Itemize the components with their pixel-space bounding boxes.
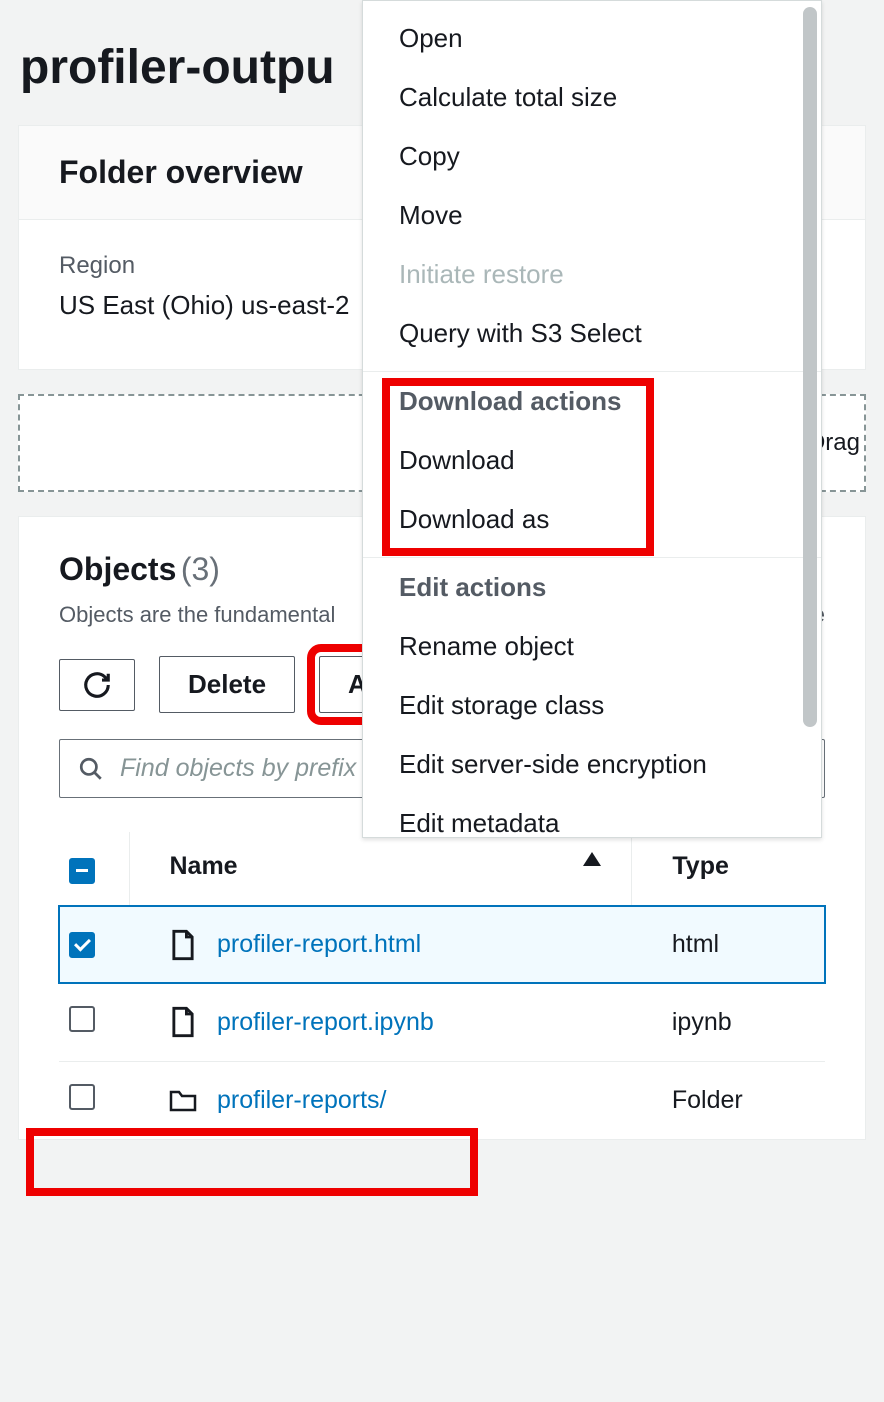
object-link[interactable]: profiler-report.html xyxy=(217,930,421,959)
sort-asc-icon xyxy=(583,852,601,866)
menu-initiate-restore: Initiate restore xyxy=(363,245,821,304)
object-link[interactable]: profiler-report.ipynb xyxy=(217,1008,434,1037)
delete-button[interactable]: Delete xyxy=(159,656,295,713)
file-icon xyxy=(169,1006,197,1038)
file-icon xyxy=(169,929,197,961)
menu-query-s3-select[interactable]: Query with S3 Select xyxy=(363,304,821,363)
select-all-checkbox[interactable] xyxy=(69,858,95,884)
column-name-header[interactable]: Name xyxy=(170,852,238,880)
menu-download[interactable]: Download xyxy=(363,431,821,490)
objects-heading: Objects xyxy=(59,551,176,587)
menu-edit-storage[interactable]: Edit storage class xyxy=(363,676,821,735)
object-type: ipynb xyxy=(632,983,825,1061)
dropdown-scrollbar[interactable] xyxy=(803,7,817,727)
menu-download-as[interactable]: Download as xyxy=(363,490,821,549)
objects-description: Objects are the fundamental xyxy=(59,602,335,628)
menu-calculate-size[interactable]: Calculate total size xyxy=(363,68,821,127)
search-icon xyxy=(78,756,104,782)
object-link[interactable]: profiler-reports/ xyxy=(217,1086,387,1115)
table-row[interactable]: profiler-report.html html xyxy=(59,906,825,983)
row-checkbox[interactable] xyxy=(69,932,95,958)
menu-edit-metadata[interactable]: Edit metadata xyxy=(363,794,821,838)
menu-move[interactable]: Move xyxy=(363,186,821,245)
table-row[interactable]: profiler-reports/ Folder xyxy=(59,1061,825,1139)
refresh-icon xyxy=(82,670,112,700)
row-checkbox[interactable] xyxy=(69,1084,95,1110)
object-type: html xyxy=(632,906,825,983)
objects-table: Name Type profiler-report.html html xyxy=(59,832,825,1139)
column-type-header[interactable]: Type xyxy=(632,832,825,906)
table-row[interactable]: profiler-report.ipynb ipynb xyxy=(59,983,825,1061)
actions-dropdown: Open Calculate total size Copy Move Init… xyxy=(362,0,822,838)
menu-rename[interactable]: Rename object xyxy=(363,617,821,676)
menu-edit-header: Edit actions xyxy=(363,557,821,617)
menu-edit-encryption[interactable]: Edit server-side encryption xyxy=(363,735,821,794)
refresh-button[interactable] xyxy=(59,659,135,711)
menu-download-header: Download actions xyxy=(363,371,821,431)
objects-count: (3) xyxy=(181,551,220,587)
object-type: Folder xyxy=(632,1061,825,1139)
menu-open[interactable]: Open xyxy=(363,1,821,68)
menu-copy[interactable]: Copy xyxy=(363,127,821,186)
folder-icon xyxy=(169,1084,197,1116)
row-checkbox[interactable] xyxy=(69,1006,95,1032)
